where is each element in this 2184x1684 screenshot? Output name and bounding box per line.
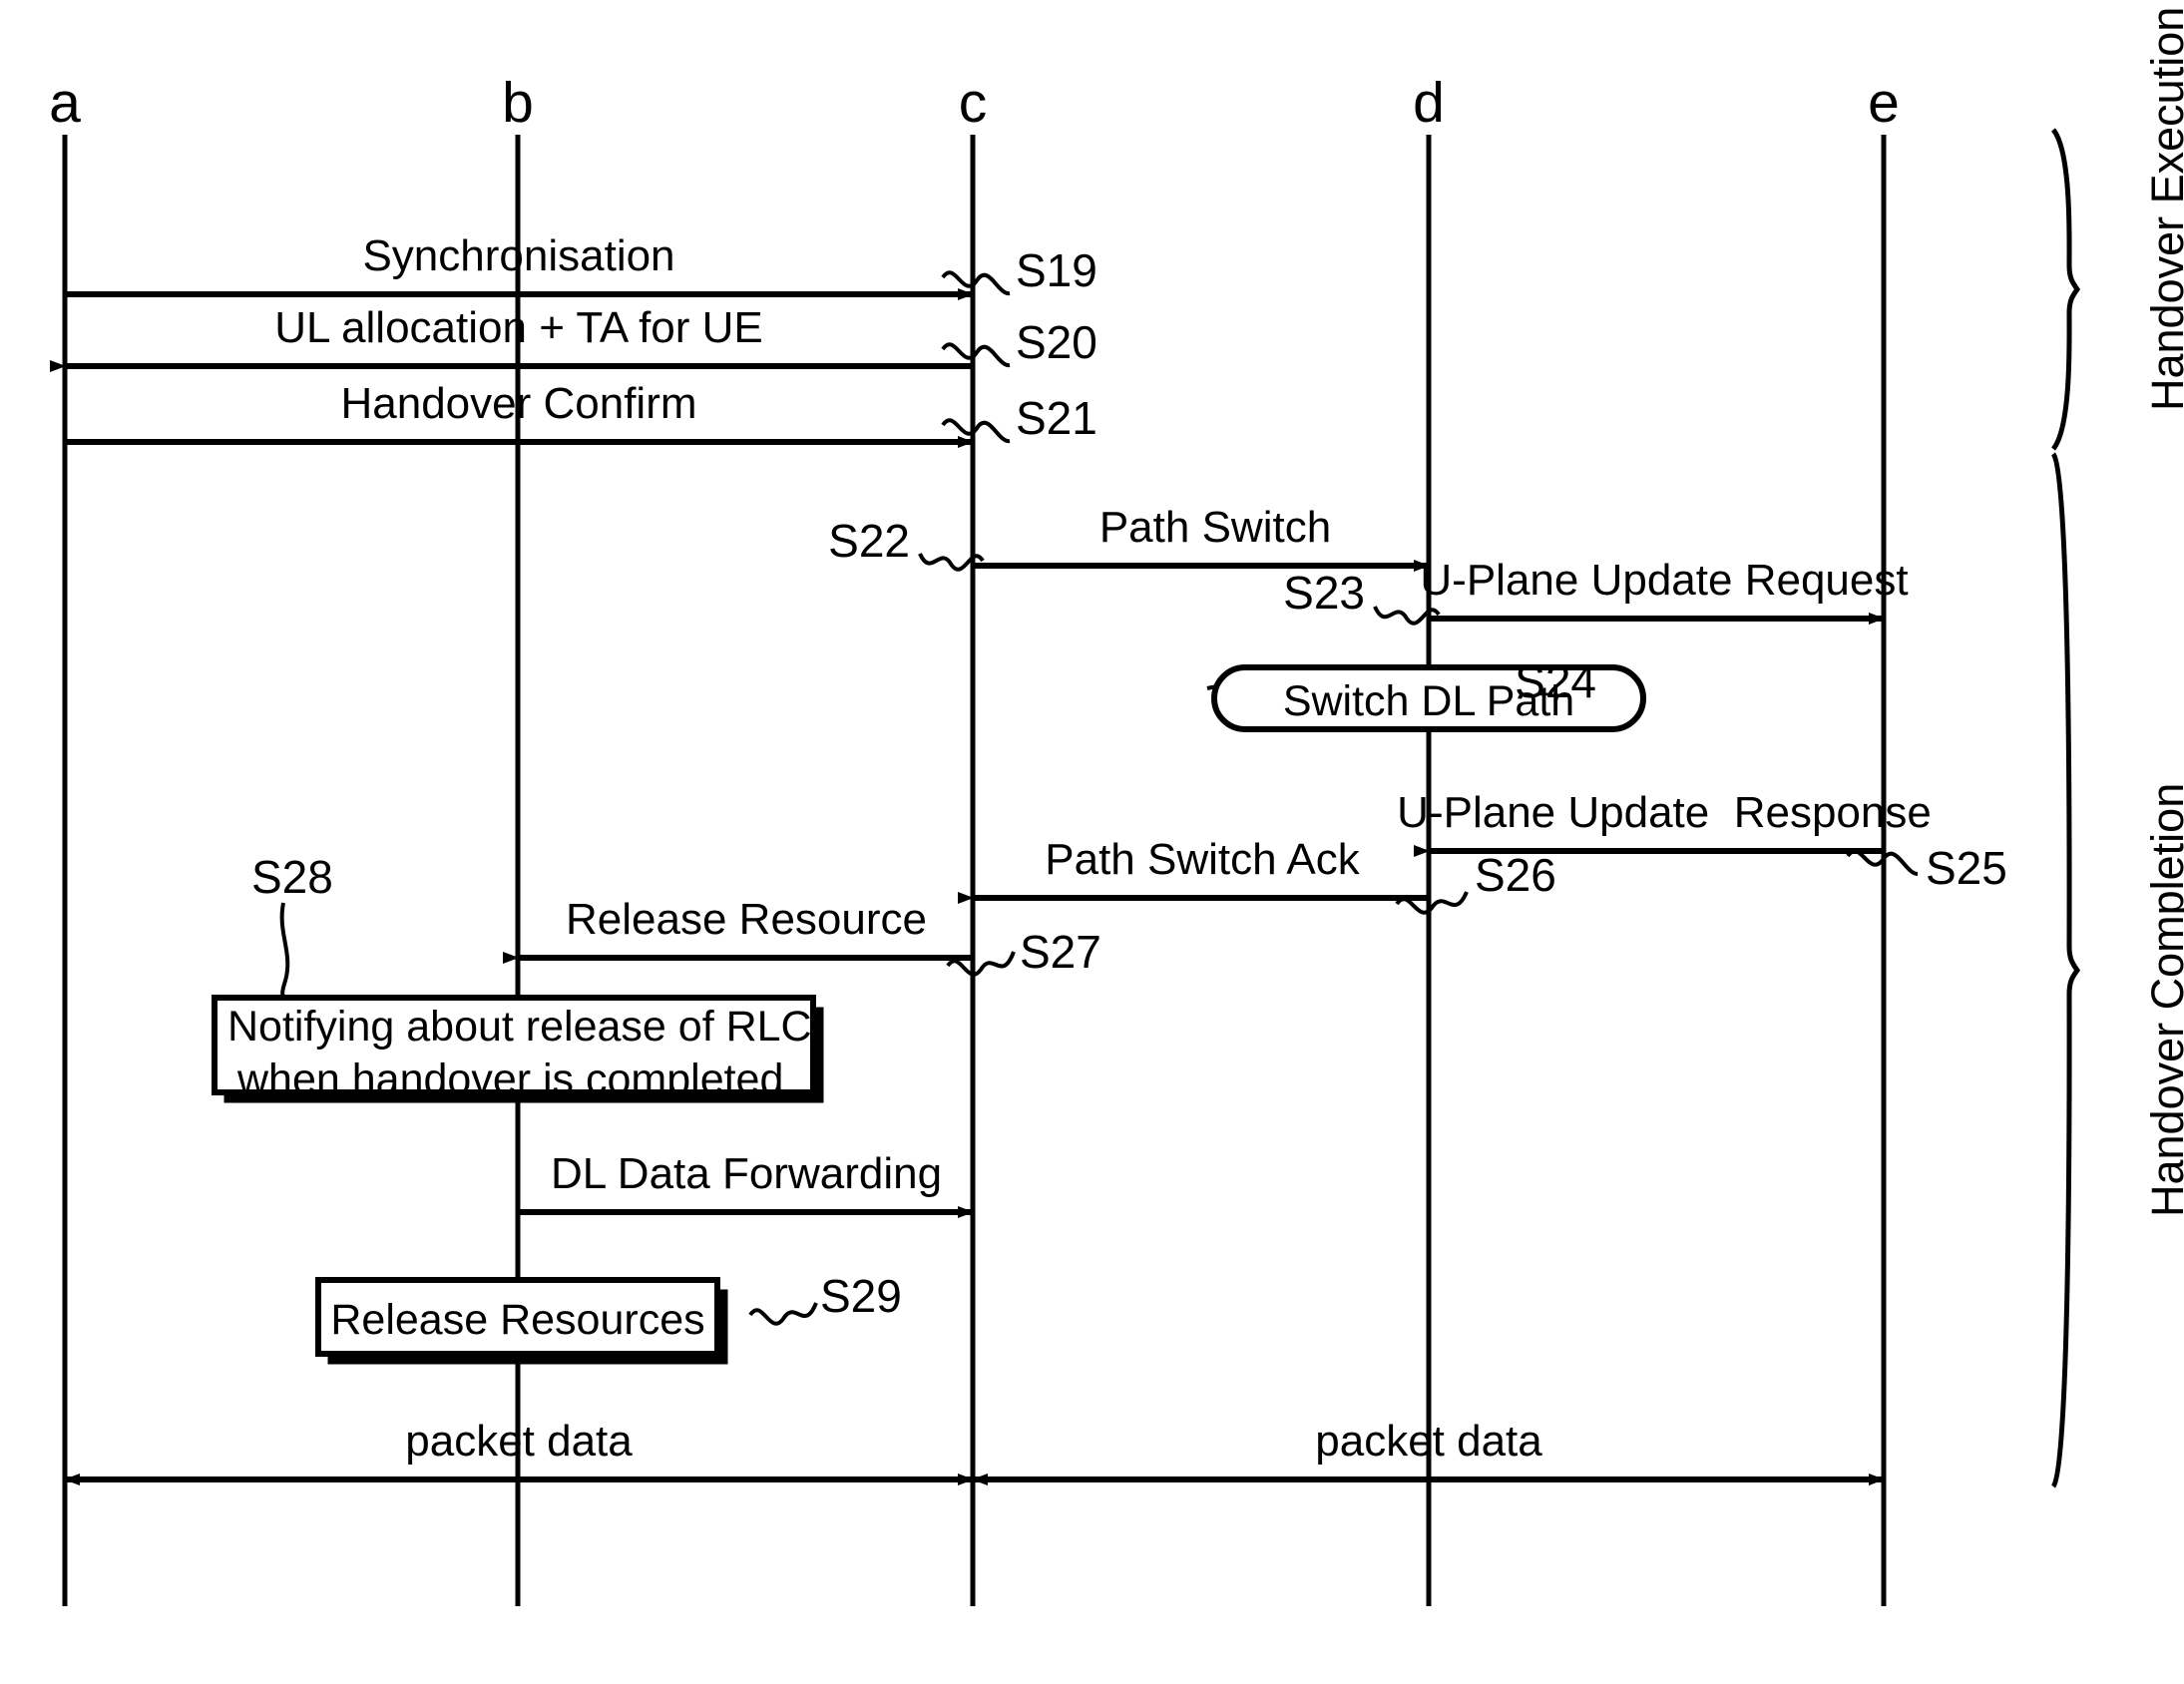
message-label-packet-data-right: packet data: [1315, 1417, 1542, 1466]
message-label-path-switch: Path Switch: [1098, 503, 1332, 552]
actor-label-c: c: [958, 71, 988, 135]
step-label-s29: S29: [820, 1270, 902, 1322]
step-label-s28: S28: [251, 851, 333, 903]
phase-brace-handover-completion: [2050, 452, 2081, 1488]
actor-label-e: e: [1868, 71, 1900, 135]
step-label-s21: S21: [1016, 392, 1097, 444]
step-label-s25: S25: [1926, 842, 2007, 894]
message-label-uplane-update-request: U-Plane Update Request: [1420, 556, 1909, 605]
phase-label-handover-completion: Handover Completion: [2142, 782, 2184, 1217]
step-label-s20: S20: [1016, 316, 1097, 368]
step-label-s19: S19: [1016, 244, 1097, 296]
step-label-s22: S22: [828, 515, 910, 567]
message-label-ul-allocation: UL allocation + TA for UE: [274, 303, 763, 352]
callout-leader-s20: [941, 342, 1011, 367]
message-label-path-switch-ack: Path Switch Ack: [1045, 835, 1360, 884]
sequence-diagram-canvas: a b c d e Synchronisation UL allocation …: [0, 0, 2184, 1684]
callout-leader-s29: [748, 1302, 818, 1326]
callout-leader-s28: [279, 902, 290, 1006]
phase-label-handover-execution: Handover Execution: [2142, 6, 2184, 411]
message-label-handover-confirm: Handover Confirm: [340, 379, 697, 428]
actor-label-b: b: [502, 71, 534, 135]
phase-brace-handover-execution: [2050, 128, 2081, 451]
message-label-synchronisation: Synchronisation: [362, 231, 675, 280]
message-label-release-resource: Release Resource: [566, 895, 927, 944]
note-text-line-1: Notifying about release of RLC: [227, 1003, 812, 1051]
action-box-text-release-resources: Release Resources: [330, 1296, 705, 1344]
message-label-uplane-update-response: U-Plane Update Response: [1397, 788, 1932, 837]
actor-label-d: d: [1413, 71, 1445, 135]
action-box-text-switch-dl-path: Switch DL Path: [1282, 677, 1575, 725]
step-label-s27: S27: [1020, 926, 1101, 978]
callout-leader-s19: [941, 270, 1011, 295]
step-label-s26: S26: [1475, 849, 1556, 901]
actor-label-a: a: [49, 71, 81, 135]
note-text-line-2: when handover is completed: [237, 1055, 784, 1103]
callout-leader-s21: [941, 418, 1011, 443]
message-label-packet-data-left: packet data: [405, 1417, 633, 1466]
step-label-s23: S23: [1283, 567, 1365, 619]
message-label-dl-data-forwarding: DL Data Forwarding: [550, 1149, 943, 1198]
